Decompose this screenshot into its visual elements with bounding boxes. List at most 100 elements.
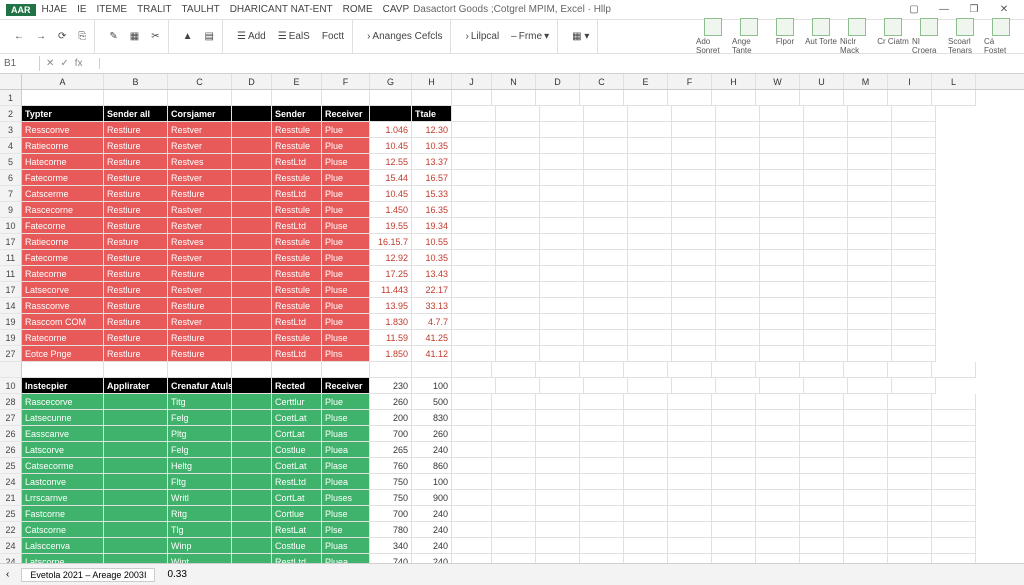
cell[interactable]: Resstule	[272, 122, 322, 138]
cell[interactable]	[584, 106, 628, 122]
col-header-M[interactable]: M	[844, 74, 888, 89]
cell[interactable]	[888, 522, 932, 538]
col-header-G[interactable]: G	[370, 74, 412, 89]
cell[interactable]: Fastcorne	[22, 506, 104, 522]
cell[interactable]: 830	[412, 410, 452, 426]
tool-icon[interactable]: ✂	[147, 29, 163, 44]
cell[interactable]	[668, 90, 712, 106]
cell[interactable]: 1.830	[370, 314, 412, 330]
row-header[interactable]: 9	[0, 202, 22, 218]
cell[interactable]	[760, 266, 804, 282]
row-header[interactable]: 11	[0, 250, 22, 266]
cell[interactable]	[712, 394, 756, 410]
cell[interactable]	[892, 234, 936, 250]
cell[interactable]	[712, 554, 756, 563]
cell[interactable]	[844, 442, 888, 458]
cell[interactable]	[756, 538, 800, 554]
cell[interactable]	[760, 138, 804, 154]
close-button[interactable]: ✕	[990, 2, 1018, 18]
cell[interactable]: Plue	[322, 314, 370, 330]
cell[interactable]	[540, 218, 584, 234]
cell[interactable]: 16.57	[412, 170, 452, 186]
cell[interactable]	[716, 186, 760, 202]
cell[interactable]	[232, 106, 272, 122]
cell[interactable]	[888, 554, 932, 563]
cell[interactable]	[712, 490, 756, 506]
cell[interactable]	[848, 106, 892, 122]
cell[interactable]: Pluea	[322, 442, 370, 458]
cell[interactable]: 1.046	[370, 122, 412, 138]
cell[interactable]	[716, 330, 760, 346]
name-box[interactable]: B1	[0, 56, 40, 71]
cell[interactable]: Restiure	[104, 170, 168, 186]
cell[interactable]	[628, 346, 672, 362]
cell[interactable]: Plase	[322, 458, 370, 474]
cell[interactable]	[232, 458, 272, 474]
cell[interactable]	[104, 490, 168, 506]
cell[interactable]: Catscorne	[22, 522, 104, 538]
cell[interactable]	[540, 202, 584, 218]
cell[interactable]	[712, 474, 756, 490]
row-header[interactable]: 17	[0, 282, 22, 298]
cell[interactable]: 700	[370, 506, 412, 522]
maximize-button[interactable]: ❐	[960, 2, 988, 18]
cell[interactable]: 10.45	[370, 138, 412, 154]
cell[interactable]	[540, 250, 584, 266]
cell[interactable]	[624, 362, 668, 378]
cell[interactable]	[800, 442, 844, 458]
cell[interactable]: Ressconve	[22, 122, 104, 138]
col-header-W[interactable]: W	[756, 74, 800, 89]
cell[interactable]	[624, 490, 668, 506]
cell[interactable]: Pluse	[322, 330, 370, 346]
cell[interactable]	[888, 458, 932, 474]
cell[interactable]	[756, 442, 800, 458]
cell[interactable]: 860	[412, 458, 452, 474]
cell[interactable]	[712, 362, 756, 378]
cell[interactable]	[624, 458, 668, 474]
cell[interactable]: Instecpier	[22, 378, 104, 394]
cell[interactable]	[452, 186, 496, 202]
cell[interactable]	[536, 458, 580, 474]
cell[interactable]: 10.45	[370, 186, 412, 202]
cell[interactable]: Pluas	[322, 426, 370, 442]
cell[interactable]: 15.33	[412, 186, 452, 202]
cell[interactable]	[492, 506, 536, 522]
cell[interactable]	[232, 522, 272, 538]
cell[interactable]: 13.43	[412, 266, 452, 282]
cell[interactable]	[756, 474, 800, 490]
cell[interactable]: 700	[370, 426, 412, 442]
cell[interactable]	[712, 410, 756, 426]
cell[interactable]	[760, 282, 804, 298]
tool-icon[interactable]: ▤	[201, 29, 218, 44]
cell[interactable]	[580, 362, 624, 378]
cell[interactable]	[452, 234, 496, 250]
cell[interactable]	[712, 426, 756, 442]
cell[interactable]: RestLtd	[272, 186, 322, 202]
col-header-D[interactable]: D	[232, 74, 272, 89]
cell[interactable]: Restlure	[104, 330, 168, 346]
cell[interactable]	[452, 106, 496, 122]
cell[interactable]: Plue	[322, 266, 370, 282]
fx-icon[interactable]: fx	[75, 58, 83, 69]
cell[interactable]	[716, 170, 760, 186]
cell[interactable]	[844, 394, 888, 410]
cell[interactable]	[624, 426, 668, 442]
cell[interactable]	[672, 346, 716, 362]
cell[interactable]: Resstule	[272, 138, 322, 154]
row-header[interactable]: 10	[0, 218, 22, 234]
cell[interactable]	[932, 442, 976, 458]
cell[interactable]	[452, 362, 492, 378]
cell[interactable]	[668, 522, 712, 538]
cell[interactable]: Rascecorne	[22, 202, 104, 218]
cell[interactable]	[22, 362, 104, 378]
cell[interactable]: Restver	[168, 282, 232, 298]
cell[interactable]	[536, 394, 580, 410]
cell[interactable]	[716, 250, 760, 266]
cell[interactable]	[584, 346, 628, 362]
cell[interactable]	[492, 394, 536, 410]
cell[interactable]: Restver	[168, 218, 232, 234]
cell[interactable]	[584, 266, 628, 282]
cell[interactable]: 15.44	[370, 170, 412, 186]
cell[interactable]: Fatecorme	[22, 170, 104, 186]
cell[interactable]: 900	[412, 490, 452, 506]
